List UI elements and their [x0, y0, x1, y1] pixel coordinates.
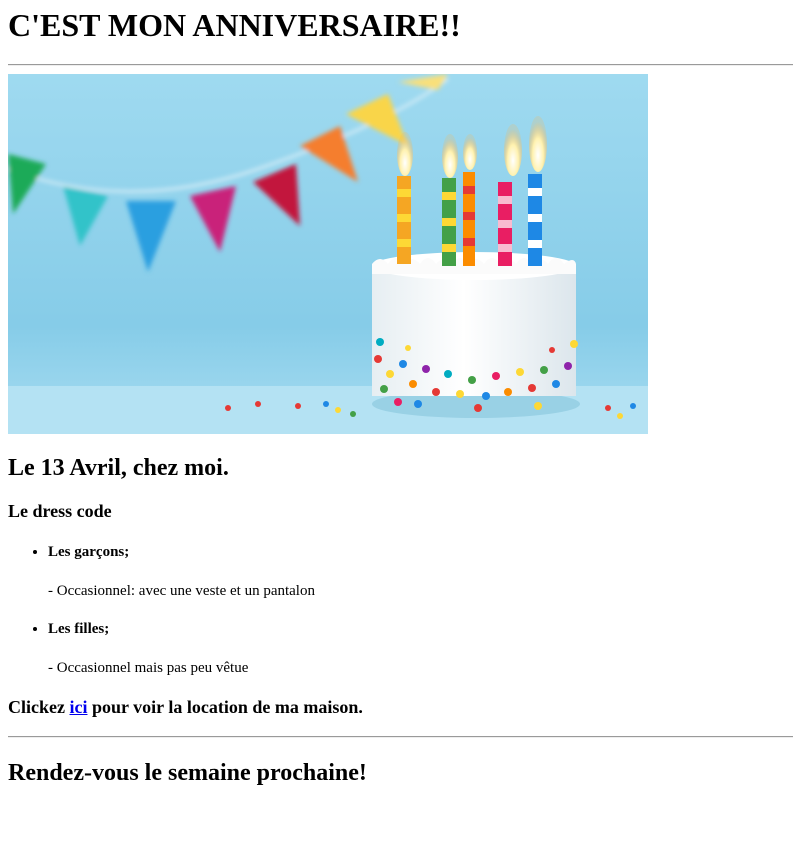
dress-code-list: Les garçons; - Occasionnel: avec une ves… — [8, 543, 793, 677]
page-title: C'EST MON ANNIVERSAIRE!! — [8, 7, 461, 43]
list-item: Les filles; - Occasionnel mais pas peu v… — [48, 620, 793, 677]
list-item: Les garçons; - Occasionnel: avec une ves… — [48, 543, 793, 600]
group-note: - Occasionnel mais pas peu vêtue — [48, 660, 249, 676]
group-note: - Occasionnel: avec une veste et un pant… — [48, 583, 315, 599]
group-label: Les filles; — [48, 621, 110, 637]
closing-message: Rendez-vous le semaine prochaine! — [8, 760, 367, 786]
dress-code-heading: Le dress code — [8, 501, 112, 521]
location-link[interactable]: ici — [69, 697, 87, 717]
birthday-cake-image — [8, 74, 648, 434]
location-paragraph: Clickez ici pour voir la location de ma … — [8, 697, 793, 718]
location-prefix: Clickez — [8, 697, 70, 717]
page: C'EST MON ANNIVERSAIRE!! Le 13 Avril, ch… — [0, 0, 801, 787]
location-suffix: pour voir la location de ma maison. — [87, 697, 363, 717]
top-divider — [8, 64, 793, 66]
bottom-divider — [8, 736, 793, 738]
event-date-heading: Le 13 Avril, chez moi. — [8, 455, 229, 481]
group-label: Les garçons; — [48, 544, 130, 560]
